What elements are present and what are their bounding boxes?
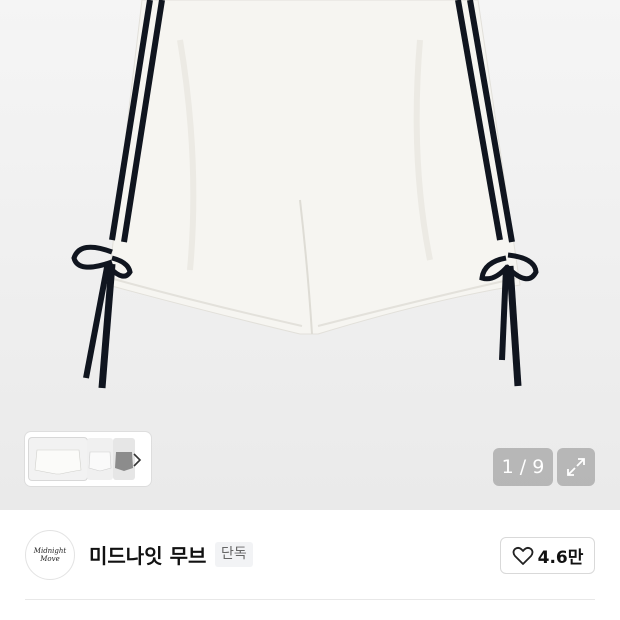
divider <box>25 599 595 600</box>
heart-outline-icon <box>512 546 534 565</box>
brand-logo[interactable]: Midnight Move <box>25 530 75 580</box>
expand-icon <box>567 458 585 476</box>
image-counter: 1 / 9 <box>493 448 553 486</box>
expand-button[interactable] <box>557 448 595 486</box>
brand-logo-text: Midnight Move <box>33 547 67 563</box>
exclusive-badge: 단독 <box>215 542 253 567</box>
like-count: 4.6만 <box>537 548 584 568</box>
thumbnail-2[interactable] <box>87 438 113 480</box>
brand-row: Midnight Move 미드나잇 무브 단독 4.6만 <box>0 510 620 600</box>
chevron-right-icon[interactable] <box>128 451 146 469</box>
thumbnail-1[interactable] <box>29 438 87 480</box>
brand-name[interactable]: 미드나잇 무브 <box>89 540 206 569</box>
like-button[interactable]: 4.6만 <box>500 537 595 574</box>
